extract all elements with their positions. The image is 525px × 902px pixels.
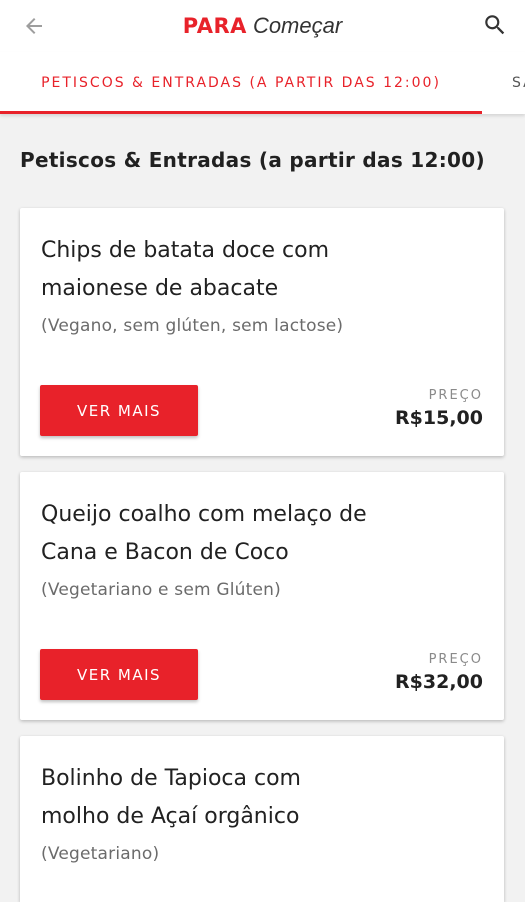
price-value: R$15,00	[395, 407, 483, 429]
tab-label: PETISCOS & ENTRADAS (A PARTIR DAS 12:00)	[41, 75, 441, 91]
menu-item-card[interactable]: Queijo coalho com melaço de Cana e Bacon…	[20, 472, 504, 720]
item-description: (Vegetariano e sem Glúten)	[41, 580, 281, 600]
item-description: (Vegetariano)	[41, 844, 160, 864]
tab-petiscos-entradas[interactable]: PETISCOS & ENTRADAS (A PARTIR DAS 12:00)	[0, 52, 482, 114]
category-tabs: PETISCOS & ENTRADAS (A PARTIR DAS 12:00)…	[0, 52, 525, 114]
tab-next-category[interactable]: SA	[512, 52, 525, 114]
search-icon	[485, 15, 505, 35]
tab-label: SA	[512, 75, 525, 91]
title-brand: PARA	[182, 14, 247, 38]
page-title: PARA Começar	[0, 12, 525, 40]
active-tab-indicator	[0, 111, 482, 114]
price-value: R$32,00	[395, 671, 483, 693]
item-name: Bolinho de Tapioca com molho de Açaí org…	[41, 766, 301, 829]
ver-mais-button[interactable]: VER MAIS	[40, 649, 198, 700]
price-label: PREÇO	[428, 652, 483, 667]
ver-mais-button[interactable]: VER MAIS	[40, 385, 198, 436]
item-name: Chips de batata doce com maionese de aba…	[41, 238, 330, 301]
menu-item-card[interactable]: Bolinho de Tapioca com molho de Açaí org…	[20, 736, 504, 902]
item-name: Queijo coalho com melaço de Cana e Bacon…	[41, 502, 367, 565]
app-bar: PARA Começar	[0, 0, 525, 52]
search-button[interactable]	[481, 11, 509, 39]
title-subtitle: Começar	[252, 13, 343, 38]
price-label: PREÇO	[428, 388, 483, 403]
item-description: (Vegano, sem glúten, sem lactose)	[41, 316, 344, 336]
menu-item-card[interactable]: Chips de batata doce com maionese de aba…	[20, 208, 504, 456]
section-title: Petiscos & Entradas (a partir das 12:00)	[20, 148, 485, 172]
